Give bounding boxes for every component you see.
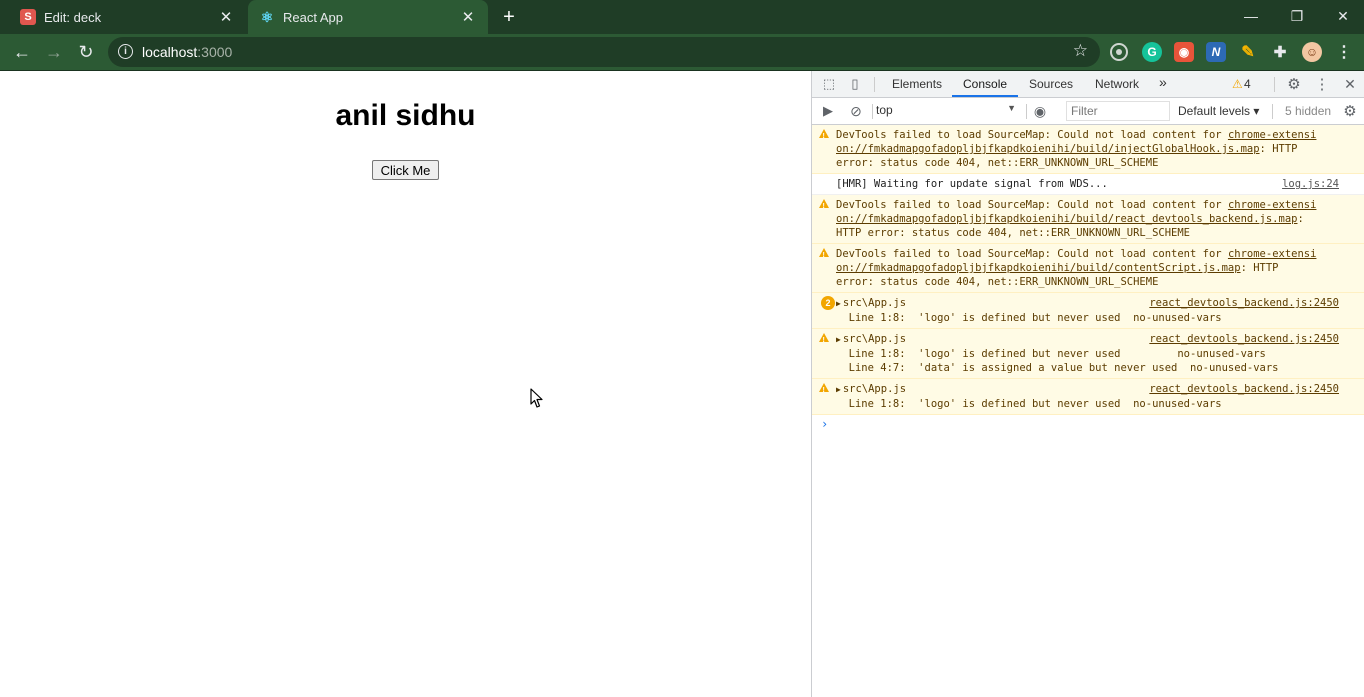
pencil-icon[interactable]: ✎: [1238, 42, 1258, 62]
tab-elements[interactable]: Elements: [892, 77, 942, 91]
minimize-button[interactable]: —: [1237, 4, 1265, 28]
active-tab-indicator: [952, 95, 1018, 97]
close-window-button[interactable]: ✕: [1329, 4, 1357, 28]
tab-edit-deck[interactable]: S Edit: deck ✕: [0, 0, 246, 34]
more-tabs-icon[interactable]: »: [1159, 74, 1167, 90]
close-tab-icon[interactable]: ✕: [216, 7, 236, 27]
divider: [872, 104, 873, 119]
divider: [1274, 77, 1275, 92]
new-tab-button[interactable]: +: [498, 6, 520, 28]
context-selector[interactable]: top ▼: [876, 103, 1016, 120]
restore-button[interactable]: ❐: [1283, 4, 1311, 28]
browser-toolbar: ← → ↻ i localhost:3000 ☆ G ◉ N ✎ ✚ ☺ ⋮: [0, 34, 1364, 71]
close-devtools-icon[interactable]: ✕: [1342, 76, 1358, 92]
address-bar[interactable]: i localhost:3000 ☆: [108, 37, 1100, 67]
tab-title: Edit: deck: [44, 9, 102, 25]
sourcemap-link[interactable]: chrome-extensi: [1228, 248, 1317, 260]
tab-console[interactable]: Console: [963, 77, 1007, 91]
sourcemap-link[interactable]: chrome-extensi: [1228, 129, 1317, 141]
browser-tab-strip: S Edit: deck ✕ ⚛ React App ✕ + — ❐ ✕: [0, 0, 1364, 34]
warning-icon: [819, 383, 829, 398]
repeat-count-badge: 2: [821, 296, 835, 310]
grammarly-icon[interactable]: G: [1142, 42, 1162, 62]
expand-triangle-icon: ▶: [836, 299, 841, 308]
expand-triangle-icon: ▶: [836, 335, 841, 344]
profile-avatar[interactable]: ☺: [1302, 42, 1322, 62]
site-info-icon[interactable]: i: [118, 44, 133, 59]
close-tab-icon[interactable]: ✕: [458, 7, 478, 27]
console-filter-input[interactable]: [1066, 101, 1170, 121]
hidden-messages-count: 5 hidden: [1285, 104, 1332, 118]
tab-title: React App: [283, 9, 343, 25]
console-messages: DevTools failed to load SourceMap: Could…: [812, 125, 1364, 431]
reload-icon[interactable]: ↻: [74, 40, 98, 64]
tab-network[interactable]: Network: [1095, 77, 1139, 91]
console-prompt[interactable]: ›: [812, 415, 1364, 431]
extensions-puzzle-icon[interactable]: ✚: [1270, 42, 1290, 62]
warning-icon: ⚠: [1232, 77, 1243, 91]
clear-console-icon[interactable]: ⊘: [848, 103, 864, 119]
console-warning[interactable]: DevTools failed to load SourceMap: Could…: [812, 125, 1364, 174]
chevron-down-icon: ▼: [1007, 103, 1016, 113]
extension-n-icon[interactable]: N: [1206, 42, 1226, 62]
devtools-tab-bar: ⬚ ▯ Elements Console Sources Network » ⚠…: [812, 71, 1364, 98]
source-link[interactable]: react_devtools_backend.js:2450: [1149, 296, 1339, 310]
sourcemap-link[interactable]: on://fmkadmapgofadopljbjfkapdkoienihi/bu…: [836, 262, 1241, 274]
console-warning[interactable]: DevTools failed to load SourceMap: Could…: [812, 244, 1364, 293]
sourcemap-link[interactable]: chrome-extensi: [1228, 199, 1317, 211]
warning-count[interactable]: 4: [1244, 77, 1251, 91]
browser-menu-icon[interactable]: ⋮: [1334, 42, 1354, 62]
tab-react-app[interactable]: ⚛ React App ✕: [248, 0, 488, 34]
source-link[interactable]: react_devtools_backend.js:2450: [1149, 332, 1339, 346]
click-me-button[interactable]: Click Me: [372, 160, 439, 180]
warning-icon: [819, 333, 829, 348]
web-page-viewport: anil sidhu Click Me: [0, 71, 811, 697]
url-text: localhost:3000: [142, 44, 233, 60]
sourcemap-link[interactable]: on://fmkadmapgofadopljbjfkapdkoienihi/bu…: [836, 213, 1297, 225]
extension-robot-icon[interactable]: ◉: [1174, 42, 1194, 62]
group-title[interactable]: src\App.js: [843, 333, 906, 345]
divider: [1026, 104, 1027, 119]
devtools-panel: ⬚ ▯ Elements Console Sources Network » ⚠…: [811, 71, 1364, 697]
page-heading: anil sidhu: [335, 99, 476, 132]
divider: [874, 77, 875, 92]
react-icon: ⚛: [260, 8, 274, 25]
console-log[interactable]: [HMR] Waiting for update signal from WDS…: [812, 174, 1364, 195]
sourcemap-link[interactable]: on://fmkadmapgofadopljbjfkapdkoienihi/bu…: [836, 143, 1260, 155]
inspect-element-icon[interactable]: ⬚: [821, 76, 837, 92]
mouse-cursor-icon: [530, 388, 543, 408]
console-warning[interactable]: DevTools failed to load SourceMap: Could…: [812, 195, 1364, 244]
warning-icon: [819, 129, 829, 144]
divider: [1272, 104, 1273, 119]
device-toolbar-icon[interactable]: ▯: [847, 76, 863, 92]
group-title[interactable]: src\App.js: [843, 297, 906, 309]
console-warning-group[interactable]: ▶src\App.js react_devtools_backend.js:24…: [812, 379, 1364, 415]
console-warning-group[interactable]: ▶src\App.js react_devtools_backend.js:24…: [812, 329, 1364, 379]
forward-icon[interactable]: →: [42, 40, 66, 64]
source-link[interactable]: react_devtools_backend.js:2450: [1149, 382, 1339, 396]
back-icon[interactable]: ←: [10, 40, 34, 64]
live-expression-eye-icon[interactable]: ◉: [1032, 103, 1048, 119]
console-settings-gear-icon[interactable]: ⚙: [1342, 103, 1358, 120]
log-levels-dropdown[interactable]: Default levels ▾: [1178, 104, 1259, 118]
prompt-chevron-icon: ›: [821, 417, 829, 431]
devtools-menu-icon[interactable]: ⋮: [1314, 76, 1330, 93]
warning-icon: [819, 248, 829, 263]
show-sidebar-icon[interactable]: ▶: [820, 103, 836, 119]
console-warning-group[interactable]: 2 ▶ src\App.js react_devtools_backend.js:…: [812, 293, 1364, 329]
console-filter-bar: ▶ ⊘ top ▼ ◉ Default levels ▾ 5 hidden ⚙: [812, 98, 1364, 125]
site-favicon-icon: S: [20, 9, 36, 25]
extension-target-icon[interactable]: [1110, 43, 1128, 61]
tab-sources[interactable]: Sources: [1029, 77, 1073, 91]
settings-gear-icon[interactable]: ⚙: [1286, 76, 1302, 93]
group-title[interactable]: src\App.js: [843, 383, 906, 395]
warning-icon: [819, 199, 829, 214]
bookmark-star-icon[interactable]: ☆: [1073, 41, 1088, 61]
source-link[interactable]: log.js:24: [1282, 177, 1339, 191]
expand-triangle-icon: ▶: [836, 385, 841, 394]
